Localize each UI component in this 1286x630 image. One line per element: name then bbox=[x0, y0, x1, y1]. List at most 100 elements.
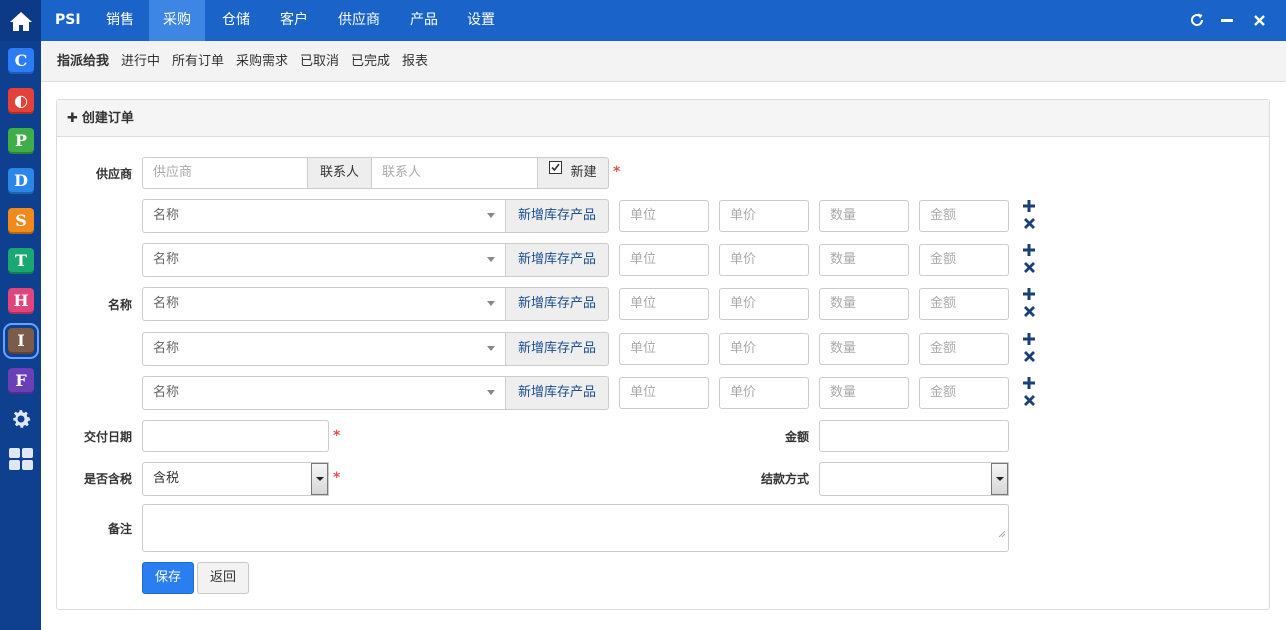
chevron-down-icon[interactable] bbox=[487, 257, 495, 262]
sub-navbar: 指派给我 进行中 所有订单 采购需求 已取消 已完成 报表 bbox=[41, 41, 1286, 82]
chevron-down-icon[interactable] bbox=[487, 301, 495, 306]
gear-icon[interactable] bbox=[8, 406, 34, 432]
product-name-select[interactable]: 名称 bbox=[142, 376, 506, 410]
tax-dropdown-arrow-icon[interactable] bbox=[311, 463, 328, 495]
unit-input[interactable]: 单位 bbox=[619, 333, 709, 365]
tax-select[interactable]: 含税 bbox=[142, 462, 329, 496]
add-stock-product-button[interactable]: 新增库存产品 bbox=[505, 332, 609, 366]
add-stock-product-button[interactable]: 新增库存产品 bbox=[505, 199, 609, 233]
subnav-item-5[interactable]: 已取消 bbox=[300, 41, 339, 82]
add-stock-product-button[interactable]: 新增库存产品 bbox=[505, 287, 609, 321]
dock-app-glyph: H bbox=[13, 291, 29, 310]
product-name-select[interactable]: 名称 bbox=[142, 243, 506, 277]
total-amount-input[interactable] bbox=[819, 420, 1009, 452]
product-name-select[interactable]: 名称 bbox=[142, 332, 506, 366]
add-row-icon[interactable] bbox=[1022, 287, 1036, 301]
dock-app-8-icon[interactable]: I bbox=[3, 323, 39, 359]
checkbox-icon[interactable] bbox=[549, 156, 563, 186]
nav-tab-6[interactable]: 产品 bbox=[396, 0, 452, 41]
unit-price-input[interactable]: 单价 bbox=[719, 377, 809, 409]
delivery-date-input[interactable] bbox=[142, 420, 329, 452]
nav-tab-5[interactable]: 供应商 bbox=[324, 0, 394, 41]
resize-handle-icon[interactable] bbox=[998, 520, 1006, 550]
dock-app-glyph: P bbox=[14, 131, 28, 150]
payment-dropdown-arrow-icon[interactable] bbox=[991, 463, 1008, 495]
dock-app-1-icon[interactable]: C bbox=[8, 48, 34, 74]
close-icon[interactable] bbox=[1250, 10, 1268, 30]
payment-method-select[interactable] bbox=[819, 462, 1009, 496]
product-name-select[interactable]: 名称 bbox=[142, 287, 506, 321]
amount-input[interactable]: 金额 bbox=[919, 377, 1009, 409]
quantity-input[interactable]: 数量 bbox=[819, 244, 909, 276]
unit-input[interactable]: 单位 bbox=[619, 288, 709, 320]
chevron-down-icon[interactable] bbox=[487, 213, 495, 218]
unit-price-input[interactable]: 单价 bbox=[719, 288, 809, 320]
quantity-input[interactable]: 数量 bbox=[819, 333, 909, 365]
dock-app-glyph: ◐ bbox=[14, 91, 28, 110]
supplier-input[interactable]: 供应商 bbox=[142, 157, 308, 189]
unit-price-input[interactable]: 单价 bbox=[719, 333, 809, 365]
add-row-icon[interactable] bbox=[1022, 332, 1036, 346]
dock-app-glyph: I bbox=[17, 331, 25, 350]
brand-label[interactable]: PSI bbox=[55, 0, 81, 41]
plus-icon: ✚ bbox=[67, 111, 78, 126]
subnav-item-4[interactable]: 采购需求 bbox=[236, 41, 288, 82]
dock-app-glyph: D bbox=[14, 171, 28, 190]
dock-app-2-icon[interactable]: ◐ bbox=[8, 88, 34, 114]
notes-label: 备注 bbox=[107, 522, 132, 536]
unit-price-input[interactable]: 单价 bbox=[719, 244, 809, 276]
dock-app-6-icon[interactable]: T bbox=[8, 248, 34, 274]
new-supplier-toggle[interactable]: 新建 bbox=[537, 157, 609, 189]
dock-app-5-icon[interactable]: S bbox=[8, 208, 34, 234]
quantity-input[interactable]: 数量 bbox=[819, 200, 909, 232]
home-icon[interactable] bbox=[0, 0, 41, 41]
subnav-item-7[interactable]: 报表 bbox=[402, 41, 428, 82]
dock-app-glyph: T bbox=[15, 251, 27, 270]
quantity-input[interactable]: 数量 bbox=[819, 377, 909, 409]
add-stock-product-button[interactable]: 新增库存产品 bbox=[505, 243, 609, 277]
notes-textarea[interactable] bbox=[142, 504, 1009, 552]
nav-tab-2[interactable]: 采购 bbox=[149, 0, 205, 41]
subnav-item-2[interactable]: 进行中 bbox=[121, 41, 160, 82]
grid-icon[interactable] bbox=[8, 446, 34, 472]
chevron-down-icon[interactable] bbox=[487, 346, 495, 351]
dock-app-7-icon[interactable]: H bbox=[8, 288, 34, 314]
nav-tab-1[interactable]: 销售 bbox=[92, 0, 148, 41]
nav-tab-3[interactable]: 仓储 bbox=[208, 0, 264, 41]
add-row-icon[interactable] bbox=[1022, 199, 1036, 213]
remove-row-icon[interactable] bbox=[1022, 216, 1036, 230]
subnav-item-6[interactable]: 已完成 bbox=[351, 41, 390, 82]
unit-input[interactable]: 单位 bbox=[619, 377, 709, 409]
name-label: 名称 bbox=[107, 298, 132, 312]
subnav-item-3[interactable]: 所有订单 bbox=[172, 41, 224, 82]
amount-input[interactable]: 金额 bbox=[919, 333, 1009, 365]
unit-input[interactable]: 单位 bbox=[619, 244, 709, 276]
amount-input[interactable]: 金额 bbox=[919, 200, 1009, 232]
save-button[interactable]: 保存 bbox=[142, 562, 194, 594]
dock-app-4-icon[interactable]: D bbox=[8, 168, 34, 194]
product-name-select[interactable]: 名称 bbox=[142, 199, 506, 233]
remove-row-icon[interactable] bbox=[1022, 349, 1036, 363]
add-stock-product-button[interactable]: 新增库存产品 bbox=[505, 376, 609, 410]
nav-tab-7[interactable]: 设置 bbox=[453, 0, 509, 41]
back-button[interactable]: 返回 bbox=[197, 562, 249, 594]
dock-app-9-icon[interactable]: F bbox=[8, 368, 34, 394]
add-row-icon[interactable] bbox=[1022, 243, 1036, 257]
amount-input[interactable]: 金额 bbox=[919, 244, 1009, 276]
refresh-icon[interactable] bbox=[1188, 10, 1206, 30]
remove-row-icon[interactable] bbox=[1022, 304, 1036, 318]
quantity-input[interactable]: 数量 bbox=[819, 288, 909, 320]
unit-price-input[interactable]: 单价 bbox=[719, 200, 809, 232]
remove-row-icon[interactable] bbox=[1022, 393, 1036, 407]
add-row-icon[interactable] bbox=[1022, 376, 1036, 390]
contact-input[interactable]: 联系人 bbox=[371, 157, 538, 189]
minimize-icon[interactable] bbox=[1218, 10, 1236, 30]
payment-method-label: 结款方式 bbox=[760, 472, 809, 486]
dock-app-3-icon[interactable]: P bbox=[8, 128, 34, 154]
chevron-down-icon[interactable] bbox=[487, 390, 495, 395]
unit-input[interactable]: 单位 bbox=[619, 200, 709, 232]
subnav-item-1[interactable]: 指派给我 bbox=[57, 41, 109, 82]
remove-row-icon[interactable] bbox=[1022, 260, 1036, 274]
nav-tab-4[interactable]: 客户 bbox=[266, 0, 322, 41]
amount-input[interactable]: 金额 bbox=[919, 288, 1009, 320]
